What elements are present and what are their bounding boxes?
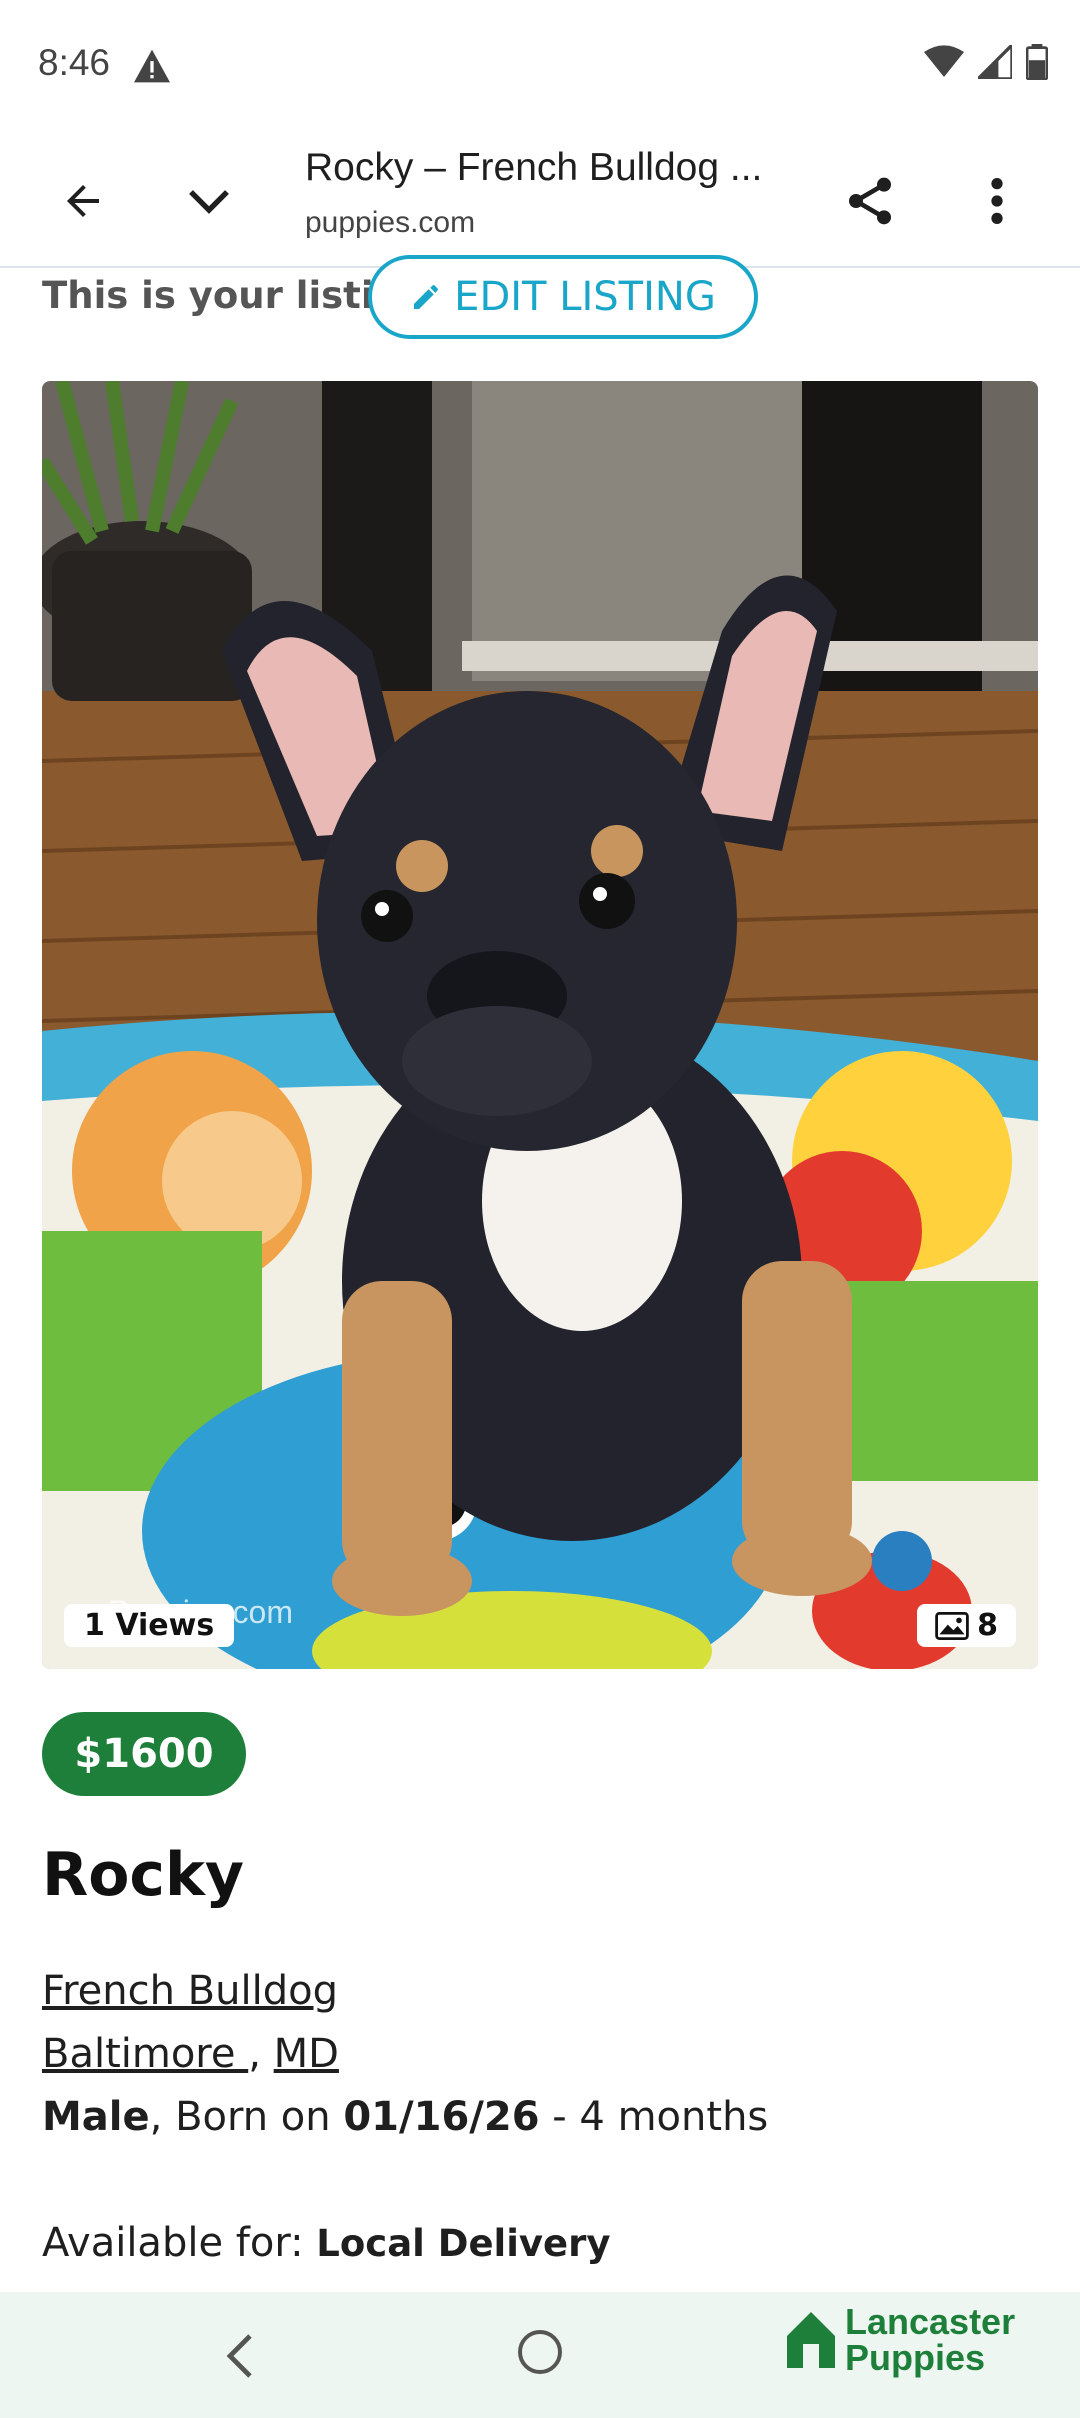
back-arrow-icon[interactable] [48, 166, 118, 236]
browser-toolbar: Rocky – French Bulldog ... puppies.com [0, 134, 1080, 268]
pencil-icon [414, 285, 439, 309]
lancaster-puppies-logo[interactable]: Lancaster Puppies [783, 2304, 1015, 2376]
status-icons [924, 44, 1048, 80]
page-title[interactable]: Rocky – French Bulldog ... [305, 146, 762, 190]
chevron-down-icon[interactable] [174, 166, 244, 236]
warning-icon [134, 49, 170, 83]
sex-value: Male [42, 2094, 150, 2140]
puppy-photo-illustration [42, 381, 1038, 1669]
puppy-name: Rocky [42, 1840, 245, 1910]
age-text: - 4 months [539, 2094, 769, 2140]
signal-icon [978, 45, 1012, 79]
price-badge: $1600 [42, 1712, 246, 1796]
city-link[interactable]: Baltimore [42, 2031, 248, 2077]
system-nav-bar: Lancaster Puppies [0, 2292, 1080, 2418]
availability-label: Available for: [42, 2220, 317, 2266]
photo-count: 8 [977, 1608, 998, 1643]
state-link[interactable]: MD [274, 2031, 339, 2077]
availability-value: Local Delivery [316, 2222, 611, 2265]
page-url[interactable]: puppies.com [305, 206, 475, 240]
logo-line-2: Puppies [845, 2337, 986, 2378]
house-icon [787, 2312, 835, 2368]
logo-line-1: Lancaster [845, 2301, 1016, 2342]
breed-link[interactable]: French Bulldog [42, 1968, 338, 2014]
location-separator: , [248, 2031, 261, 2077]
more-options-icon[interactable] [962, 166, 1032, 236]
details-line: Male, Born on 01/16/26 - 4 months [42, 2094, 768, 2140]
battery-icon [1026, 44, 1048, 80]
puppy-photo[interactable]: Puppies.com 1 Views 8 [42, 381, 1038, 1669]
status-time: 8:46 [38, 42, 111, 83]
edit-listing-button[interactable]: EDIT LISTING [368, 255, 758, 339]
availability-line: Available for: Local Delivery [42, 2220, 610, 2266]
status-bar: 8:46 [0, 0, 1080, 134]
share-icon[interactable] [835, 166, 905, 236]
wifi-icon [924, 45, 964, 77]
born-prefix: , Born on [149, 2094, 344, 2140]
location-line: Baltimore , MD [42, 2031, 339, 2077]
image-icon [935, 1611, 969, 1640]
nav-home-icon[interactable] [518, 2330, 562, 2374]
views-badge: 1 Views [64, 1604, 235, 1647]
born-date: 01/16/26 [343, 2094, 540, 2140]
breed-line: French Bulldog [42, 1968, 338, 2014]
photo-count-badge[interactable]: 8 [917, 1604, 1016, 1647]
edit-listing-label: EDIT LISTING [454, 274, 716, 320]
nav-back-icon[interactable] [220, 2332, 260, 2380]
